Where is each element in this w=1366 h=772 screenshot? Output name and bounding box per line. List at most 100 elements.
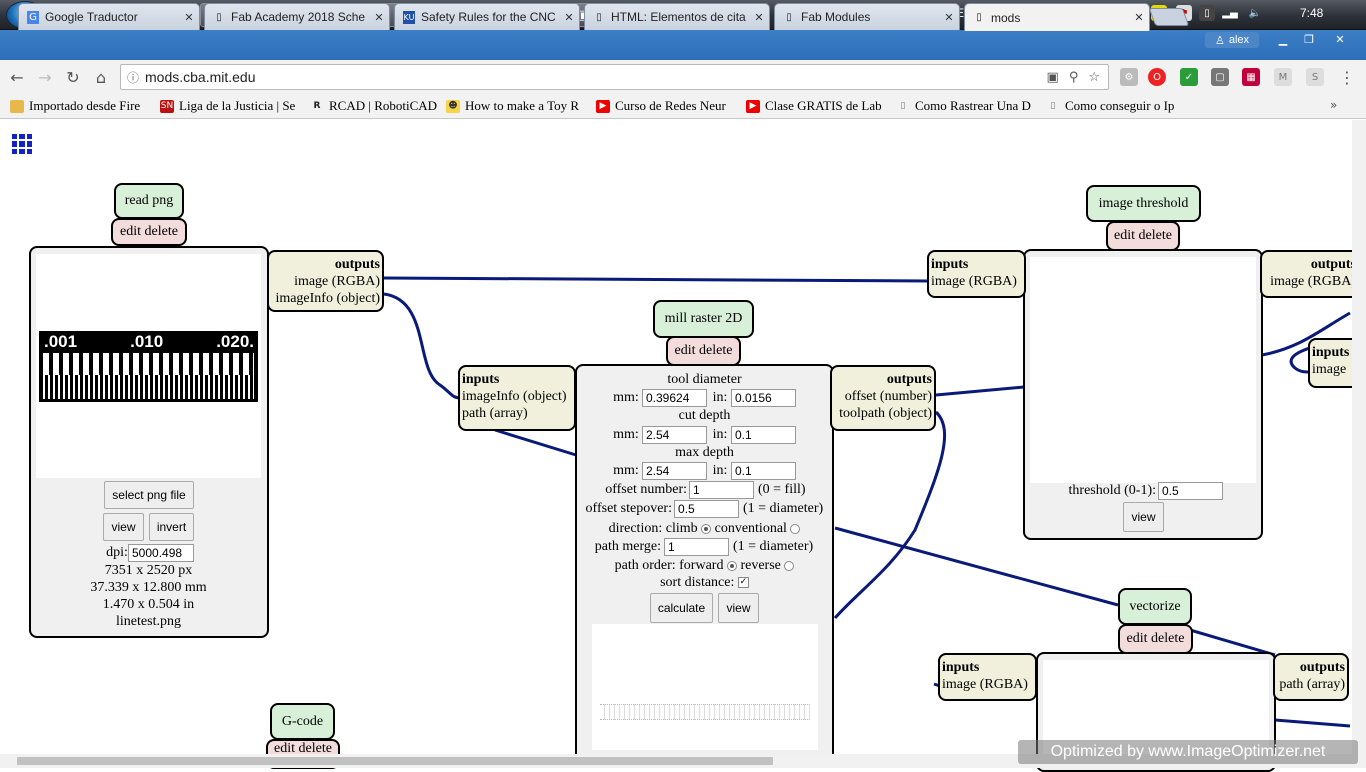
tool-diameter-label: tool diameter [667,372,742,387]
reverse-radio[interactable] [784,560,795,571]
max-depth-in-input[interactable] [731,462,796,480]
outputs-label: outputs [1299,660,1345,675]
image-in-size: 1.470 x 0.504 in [102,597,195,612]
mm-label: mm: [613,390,639,405]
wire [833,410,947,619]
cut-depth-in-input[interactable] [731,426,796,444]
conventional-label: conventional [714,521,787,536]
path-order-label: path order: forward [614,558,724,573]
outputs-label: outputs [1310,257,1356,272]
cut-depth-mm-input[interactable] [642,426,707,444]
linetest-image: .001 .010 .020. [39,331,258,402]
image-threshold-inputs: inputs image (RGBA) [927,250,1026,298]
sort-distance-label: sort distance: [660,575,735,590]
outputs-label: outputs [886,372,932,387]
mill-raster-outputs: outputs offset (number) toolpath (object… [830,365,936,431]
max-depth-label: max depth [675,445,734,460]
input-port[interactable]: image (RGBA) [931,274,1017,289]
offset-stepover-input[interactable] [674,500,739,518]
input-port[interactable]: path (array) [462,406,528,421]
watermark: Optimized by www.ImageOptimizer.net [1018,740,1358,764]
read-png-edit-delete[interactable]: edit delete [111,218,187,246]
wire [383,292,461,400]
threshold-preview [1030,257,1256,483]
offset-number-hint: (0 = fill) [758,482,806,497]
output-port[interactable]: image (RGBA) [294,274,380,289]
max-depth-mm-input[interactable] [642,462,707,480]
sort-distance-row: sort distance: ✓ [577,575,832,591]
mm-label: mm: [613,427,639,442]
input-port[interactable]: image (RGBA) [942,677,1028,692]
in-label: in: [712,427,728,442]
output-port[interactable]: imageInfo (object) [275,291,380,306]
select-png-file-button[interactable]: select png file [104,481,194,509]
path-merge-label: path merge: [594,539,661,554]
wire [383,276,929,283]
mill-raster-edit-delete[interactable]: edit delete [666,336,741,366]
direction-label: direction: climb [608,521,698,536]
conventional-radio[interactable] [790,523,801,534]
vectorize-title[interactable]: vectorize [1118,588,1192,625]
image-mm-size: 37.339 x 12.800 mm [90,580,207,595]
mill-raster-inputs: inputs imageInfo (object) path (array) [458,365,576,431]
path-merge-hint: (1 = diameter) [733,539,814,554]
cut-depth-label: cut depth [678,408,731,423]
gcode-title[interactable]: G-code [270,703,335,740]
threshold-label: threshold (0-1): [1068,483,1156,498]
input-port[interactable]: image [1312,362,1346,377]
path-order-row: path order: forward reverse [577,558,832,574]
vectorize-edit-delete[interactable]: edit delete [1118,624,1193,654]
read-png-view-button[interactable]: view [103,513,144,541]
preview-label: .001 [44,332,78,351]
input-port[interactable]: imageInfo (object) [462,389,567,404]
path-merge-input[interactable] [664,538,729,556]
vertical-scrollbar[interactable] [1352,120,1366,756]
inputs-label: inputs [1312,345,1350,360]
sort-distance-checkbox[interactable]: ✓ [737,577,749,589]
read-png-outputs: outputs image (RGBA) imageInfo (object) [267,250,384,312]
wire [494,428,577,457]
climb-radio[interactable] [701,523,712,534]
dpi-input[interactable] [128,544,194,562]
preview-label: .010 [130,332,164,351]
offset-stepover-label: offset stepover: [585,501,672,516]
tool-diameter-in-input[interactable] [731,389,796,407]
in-label: in: [712,390,728,405]
image-threshold-outputs: outputs image (RGBA) [1260,250,1360,298]
vectorize-outputs: outputs path (array) [1273,653,1349,701]
preview-label: .020. [216,332,254,351]
wire [935,385,1025,397]
offset-number-label: offset number: [605,482,687,497]
output-port[interactable]: path (array) [1279,677,1345,692]
scroll-thumb[interactable] [17,757,773,765]
read-png-title[interactable]: read png [114,183,184,219]
output-port[interactable]: offset (number) [845,389,932,404]
image-threshold-edit-delete[interactable]: edit delete [1106,221,1180,251]
output-port[interactable]: toolpath (object) [839,406,932,421]
invert-button[interactable]: invert [149,513,194,541]
image-threshold-view-button[interactable]: view [1123,502,1164,532]
offset-stepover-hint: (1 = diameter) [743,501,824,516]
direction-row: direction: climb conventional [577,521,832,537]
vectorize-inputs: inputs image (RGBA) [938,653,1037,701]
mill-raster-title[interactable]: mill raster 2D [653,300,754,338]
wire [1274,718,1351,728]
inputs-label: inputs [931,257,969,272]
offset-number-input[interactable] [689,481,754,499]
in-label: in: [712,463,728,478]
toolpath-preview [592,624,818,750]
inputs-label: inputs [942,660,980,675]
calculate-button[interactable]: calculate [650,593,713,623]
reverse-label: reverse [740,558,781,573]
inputs-label: inputs [462,372,500,387]
tool-diameter-mm-input[interactable] [642,389,707,407]
mm-label: mm: [613,463,639,478]
output-port[interactable]: image (RGBA) [1270,274,1356,289]
image-px-size: 7351 x 2520 px [104,563,193,578]
image-threshold-title[interactable]: image threshold [1086,185,1201,222]
threshold-input[interactable] [1158,482,1223,500]
mill-raster-view-button[interactable]: view [718,593,759,623]
forward-radio[interactable] [726,560,737,571]
image-file-name: linetest.png [116,614,181,629]
outputs-label: outputs [334,257,380,272]
